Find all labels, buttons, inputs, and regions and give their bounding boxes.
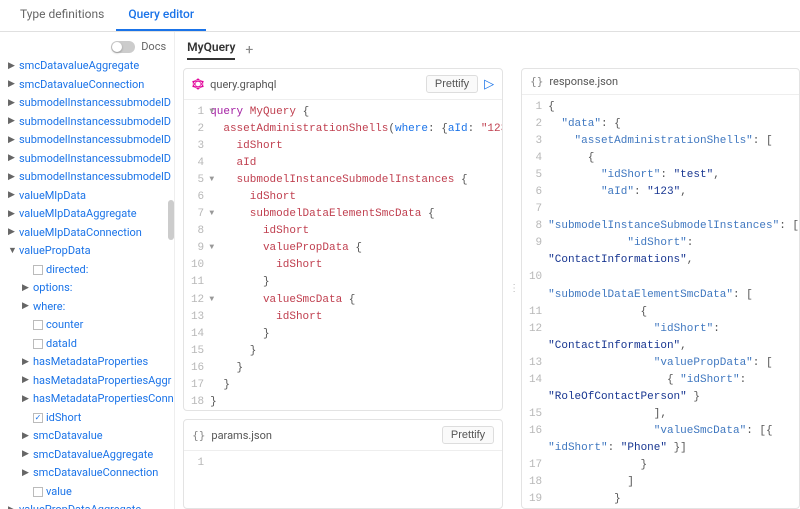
tree-item[interactable]: counter: [22, 316, 174, 335]
top-tabs: Type definitions Query editor: [0, 0, 800, 32]
braces-icon: {}: [530, 75, 543, 88]
braces-icon: {}: [192, 429, 205, 442]
tree-item[interactable]: ▶submodelInstancessubmodelD: [8, 131, 174, 150]
docs-label: Docs: [141, 40, 166, 53]
tree-item[interactable]: ▶smcDatavalueConnection: [8, 76, 174, 95]
explorer-sidebar: Docs ▶smcDatavalueAggregate▶smcDatavalue…: [0, 32, 175, 509]
tree-item[interactable]: value: [22, 483, 174, 502]
schema-tree: ▶smcDatavalueAggregate▶smcDatavalueConne…: [4, 57, 174, 509]
query-panel: query.graphql Prettify ▷ 1▼query MyQuery…: [183, 68, 503, 411]
tree-item[interactable]: ▶smcDatavalueConnection: [22, 464, 174, 483]
tree-item[interactable]: ▶hasMetadataPropertiesConn: [22, 390, 174, 409]
column-resize-handle[interactable]: ⋮⋮: [509, 68, 515, 509]
tree-item[interactable]: ▶where:: [22, 298, 174, 317]
tree-item[interactable]: ▶valueMlpDataConnection: [8, 224, 174, 243]
tree-item[interactable]: ▶valuePropDataAggregate: [8, 501, 174, 509]
tree-item[interactable]: ▶submodelInstancessubmodelD: [8, 150, 174, 169]
params-panel-header: {} params.json Prettify: [184, 420, 502, 451]
tree-item[interactable]: ▶hasMetadataPropertiesAggr: [22, 372, 174, 391]
tree-item[interactable]: ▶smcDatavalue: [22, 427, 174, 446]
tree-item[interactable]: ▶valueMlpDataAggregate: [8, 205, 174, 224]
tab-query-editor[interactable]: Query editor: [116, 0, 206, 31]
query-editor-code[interactable]: 1▼query MyQuery {2 assetAdministrationSh…: [184, 100, 502, 410]
tree-item[interactable]: ▶submodelInstancessubmodelD: [8, 94, 174, 113]
tree-item[interactable]: dataId: [22, 335, 174, 354]
tab-type-definitions[interactable]: Type definitions: [8, 0, 116, 31]
tree-item[interactable]: ✓idShort: [22, 409, 174, 428]
response-viewer-code[interactable]: 1{2 "data": {3 "assetAdministrationShell…: [522, 95, 799, 508]
response-panel: {} response.json 1{2 "data": {3 "assetAd…: [521, 68, 800, 509]
docs-toggle-row: Docs: [4, 36, 174, 57]
response-panel-title: response.json: [549, 75, 618, 88]
right-column: {} response.json 1{2 "data": {3 "assetAd…: [521, 68, 800, 509]
tree-item[interactable]: directed:: [22, 261, 174, 280]
tree-item[interactable]: ▶hasMetadataProperties: [22, 353, 174, 372]
sidebar-scrollbar[interactable]: [168, 60, 174, 260]
params-panel-title: params.json: [211, 429, 272, 442]
tree-item[interactable]: ▶options:: [22, 279, 174, 298]
docs-toggle[interactable]: [111, 41, 135, 53]
query-panel-title: query.graphql: [210, 78, 276, 91]
file-tab-myquery[interactable]: MyQuery: [187, 40, 235, 60]
add-tab-button[interactable]: +: [245, 42, 253, 58]
response-panel-header: {} response.json: [522, 69, 799, 95]
params-panel: {} params.json Prettify 1: [183, 419, 503, 509]
query-panel-header: query.graphql Prettify ▷: [184, 69, 502, 100]
tree-item[interactable]: ▶smcDatavalueAggregate: [8, 57, 174, 76]
left-column: query.graphql Prettify ▷ 1▼query MyQuery…: [183, 68, 503, 509]
params-editor-code[interactable]: 1: [184, 451, 502, 508]
prettify-params-button[interactable]: Prettify: [442, 426, 494, 444]
tree-item[interactable]: ▼valuePropData: [8, 242, 174, 261]
file-tabs: MyQuery +: [183, 40, 800, 68]
run-query-button[interactable]: ▷: [484, 77, 494, 92]
tree-item[interactable]: ▶valueMlpData: [8, 187, 174, 206]
graphql-icon: [192, 78, 204, 90]
main-layout: Docs ▶smcDatavalueAggregate▶smcDatavalue…: [0, 32, 800, 509]
editor-area: MyQuery + query.graphql Prettify ▷: [175, 32, 800, 509]
prettify-query-button[interactable]: Prettify: [426, 75, 478, 93]
tree-item[interactable]: ▶submodelInstancessubmodelD: [8, 113, 174, 132]
tree-item[interactable]: ▶submodelInstancessubmodelD: [8, 168, 174, 187]
tree-item[interactable]: ▶smcDatavalueAggregate: [22, 446, 174, 465]
panels-row: query.graphql Prettify ▷ 1▼query MyQuery…: [183, 68, 800, 509]
